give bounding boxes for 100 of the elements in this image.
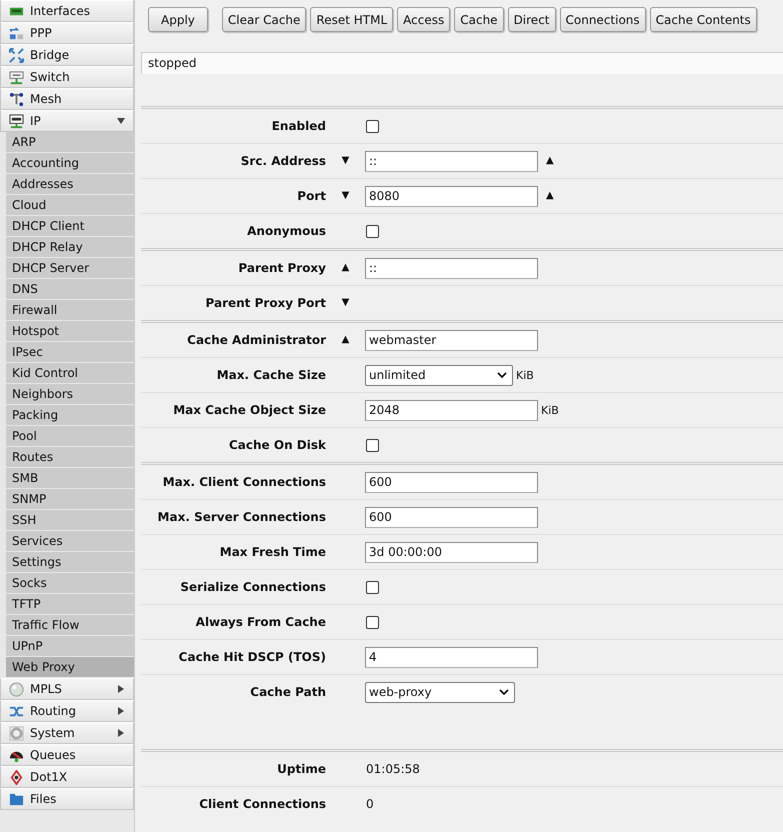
field-label: Parent Proxy [237, 261, 326, 275]
dropdown[interactable]: unlimited [365, 364, 513, 386]
unit-label: KiB [541, 404, 559, 416]
field-label: Anonymous [246, 224, 326, 238]
submenu-item[interactable]: Firewall [6, 300, 134, 321]
field-label: Cache Path [249, 685, 326, 699]
field-label: Src. Address [240, 154, 326, 168]
field-label: Max. Cache Size [216, 368, 326, 382]
submenu-item[interactable]: Services [6, 531, 134, 552]
input-field[interactable]: 2048 [365, 400, 538, 420]
field-label: Max Cache Object Size [172, 403, 326, 417]
field-label: Serialize Connections [179, 580, 326, 594]
toolbar-button[interactable]: Cache Contents [650, 7, 757, 32]
sidebar-item[interactable]: Dot1X [0, 766, 134, 788]
submenu-item[interactable]: DHCP Server [6, 258, 134, 279]
submenu-item[interactable]: TFTP [6, 594, 134, 615]
toggle-arrow[interactable]: ▼ [342, 297, 350, 309]
dropdown[interactable]: web-proxy [365, 682, 515, 702]
submenu-item[interactable]: SMB [6, 468, 134, 489]
submenu-item[interactable]: Socks [6, 573, 134, 594]
input-field[interactable]: :: [365, 258, 538, 278]
input-field[interactable]: 8080 [365, 186, 538, 206]
checkbox[interactable] [366, 580, 379, 594]
cross-arrows-icon [9, 48, 24, 62]
submenu-item[interactable]: Neighbors [6, 384, 134, 405]
nodes-icon [9, 92, 24, 106]
submenu-item[interactable]: ARP [6, 132, 134, 153]
input-field[interactable]: :: [365, 150, 538, 172]
field-label: Max Fresh Time [218, 545, 326, 559]
checkbox[interactable] [366, 224, 379, 238]
sidebar-item[interactable]: Routing [0, 700, 134, 722]
toolbar-button[interactable]: Access [397, 7, 450, 32]
switch-icon [9, 70, 24, 84]
submenu-item[interactable]: IPsec [6, 342, 134, 363]
submenu-item[interactable]: Traffic Flow [6, 615, 134, 636]
folder-icon [9, 792, 24, 806]
toggle-arrow[interactable]: ▲ [342, 262, 350, 274]
field-label: Uptime [276, 762, 326, 776]
submenu-item[interactable]: Packing [6, 405, 134, 426]
submenu-item[interactable]: UPnP [6, 636, 134, 657]
field-label: Port [296, 189, 326, 203]
toggle-arrow[interactable]: ▲ [546, 155, 554, 167]
submenu-item[interactable]: Pool [6, 426, 134, 447]
submenu-item[interactable]: DNS [6, 279, 134, 300]
checkbox[interactable] [366, 120, 379, 132]
field-label: Always From Cache [194, 615, 326, 629]
field-label: Client Connections [198, 797, 326, 811]
submenu-item[interactable]: Accounting [6, 153, 134, 174]
sidebar-item[interactable]: Mesh [0, 88, 134, 110]
input-field[interactable]: 4 [365, 646, 538, 668]
toolbar-button[interactable]: Connections [560, 7, 646, 32]
sidebar-item[interactable]: Interfaces [0, 0, 134, 22]
submenu-item[interactable]: Web Proxy [6, 657, 134, 678]
unit-label: KiB [516, 368, 534, 382]
field-label: Max. Server Connections [156, 510, 326, 524]
field-label: Cache On Disk [228, 438, 326, 452]
toggle-arrow[interactable]: ▼ [342, 155, 350, 167]
status-field: stopped [141, 52, 783, 74]
checkbox[interactable] [366, 438, 379, 452]
sidebar-item[interactable]: MPLS [0, 678, 134, 700]
submenu-item[interactable]: Routes [6, 447, 134, 468]
checkbox[interactable] [366, 616, 379, 628]
toggle-arrow[interactable]: ▲ [546, 190, 554, 202]
field-label: Enabled [270, 119, 326, 133]
field-label: Cache Hit DSCP (TOS) [178, 650, 326, 664]
sidebar-item[interactable]: PPP [0, 22, 134, 44]
submenu-item[interactable]: Addresses [6, 174, 134, 195]
sidebar-item[interactable]: Files [0, 788, 134, 810]
submenu-item[interactable]: DHCP Relay [6, 237, 134, 258]
diamond-icon [9, 770, 24, 784]
chevron-down-icon [499, 689, 509, 695]
submenu-item[interactable]: DHCP Client [6, 216, 134, 237]
submenu-item[interactable]: Settings [6, 552, 134, 573]
field-label: Max. Client Connections [162, 475, 326, 489]
chevron-down-icon [497, 372, 507, 378]
toggle-arrow[interactable]: ▼ [342, 190, 350, 202]
input-field[interactable]: 3d 00:00:00 [365, 542, 538, 562]
toolbar-button[interactable]: Cache [454, 7, 504, 32]
submenu-item[interactable]: SNMP [6, 489, 134, 510]
field-value: 0 [365, 797, 374, 811]
toolbar-button[interactable]: Reset HTML [310, 7, 394, 32]
submenu-item[interactable]: Kid Control [6, 363, 134, 384]
toolbar-button[interactable]: Direct [508, 7, 556, 32]
sidebar-item[interactable]: System [0, 722, 134, 744]
toolbar-button[interactable]: Clear Cache [222, 7, 306, 32]
field-label: Cache Administrator [186, 333, 326, 347]
submenu-item[interactable]: SSH [6, 510, 134, 531]
disc-icon [9, 682, 24, 696]
sidebar-item[interactable]: Switch [0, 66, 134, 88]
field-label: Parent Proxy Port [204, 296, 326, 310]
submenu-item[interactable]: Hotspot [6, 321, 134, 342]
toolbar-button[interactable]: Apply [148, 7, 208, 32]
sidebar-item[interactable]: Queues [0, 744, 134, 766]
input-field[interactable]: webmaster [365, 330, 538, 350]
submenu-item[interactable]: Cloud [6, 195, 134, 216]
sidebar-item[interactable]: IP [0, 110, 134, 132]
toggle-arrow[interactable]: ▲ [342, 334, 350, 346]
input-field[interactable]: 600 [365, 506, 538, 528]
input-field[interactable]: 600 [365, 472, 538, 492]
sidebar-item[interactable]: Bridge [0, 44, 134, 66]
